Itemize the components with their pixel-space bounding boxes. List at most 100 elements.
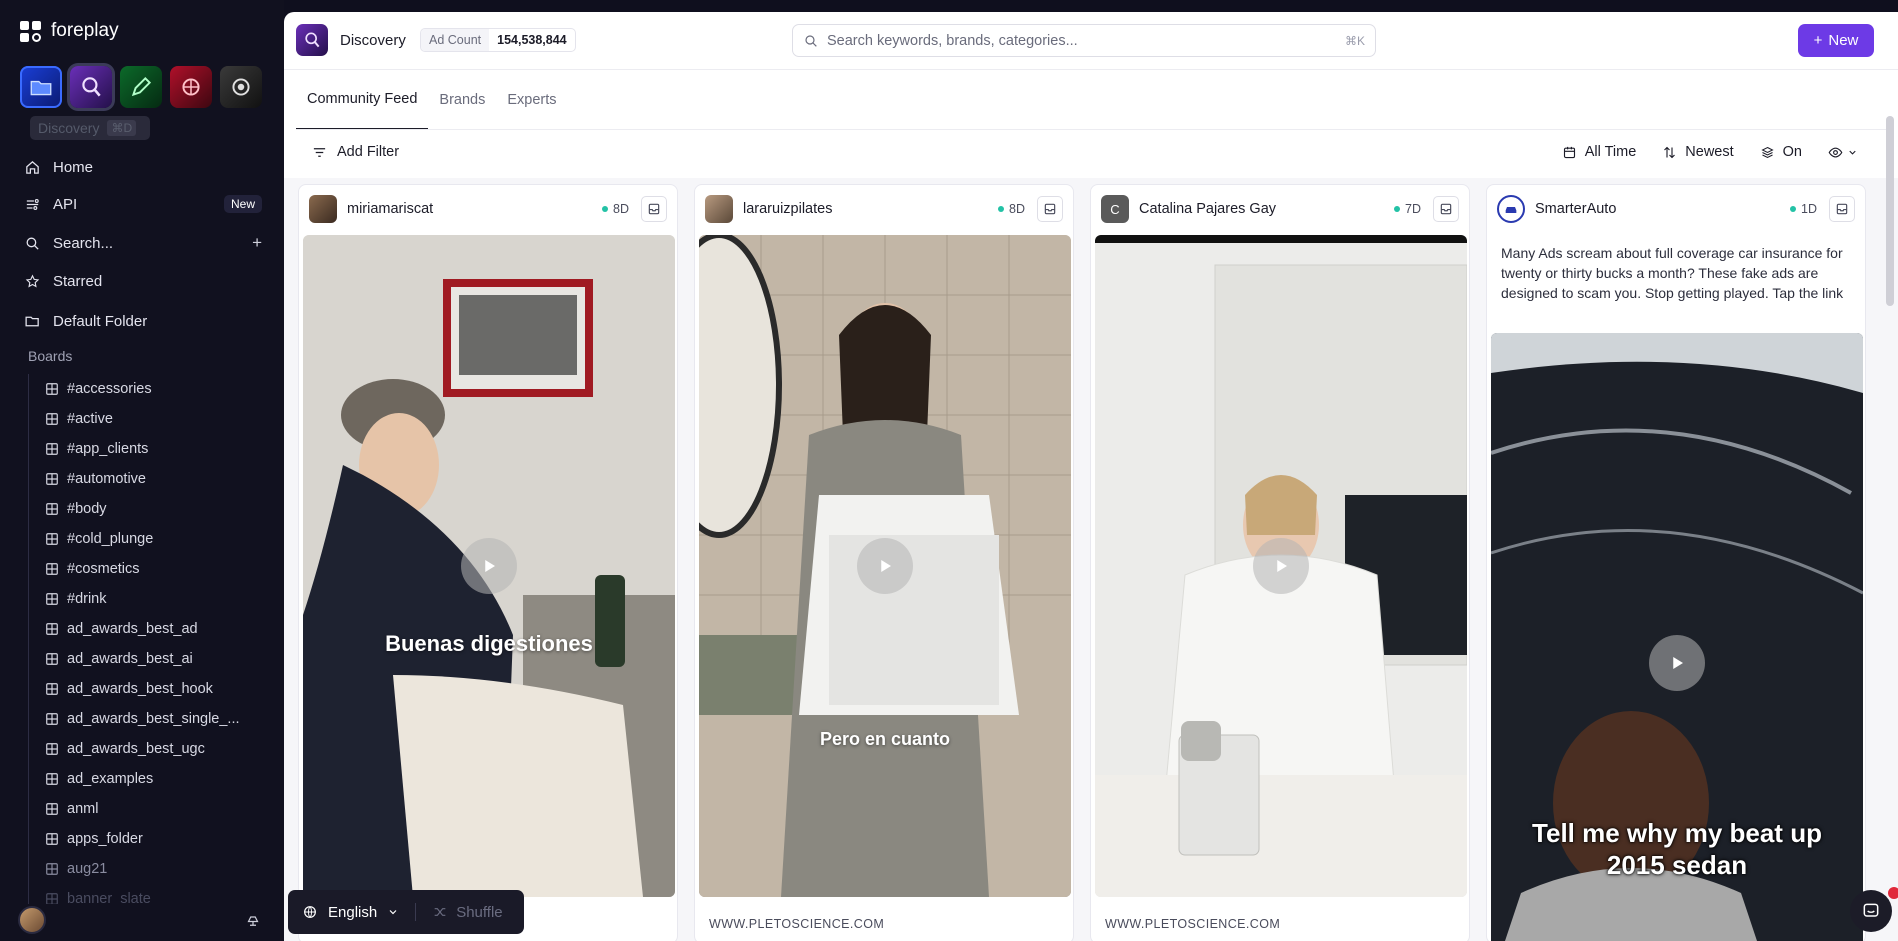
app-tile-spyder[interactable] <box>170 66 212 108</box>
nav-default-folder[interactable]: Default Folder <box>24 313 262 330</box>
filter-bar: Add Filter All Time Newest On <box>284 130 1898 178</box>
ad-copy: Many Ads scream about full coverage car … <box>1501 245 1844 301</box>
board-item[interactable]: ad_examples <box>29 764 268 794</box>
nav-api[interactable]: API New <box>24 195 262 213</box>
brand[interactable]: foreplay <box>20 20 119 42</box>
board-item-label: #body <box>67 501 107 517</box>
language-selector[interactable]: English <box>328 904 377 921</box>
video-caption: Buenas digestiones <box>385 631 593 656</box>
play-button[interactable] <box>857 538 913 594</box>
board-item[interactable]: ad_awards_best_hook <box>29 674 268 704</box>
ad-card[interactable]: C Catalina Pajares Gay 7D WWW.PLETOSCIEN… <box>1090 184 1470 941</box>
board-item[interactable]: ad_awards_best_ugc <box>29 734 268 764</box>
folder-open-icon <box>25 316 39 327</box>
ad-landing-domain[interactable]: WWW.PLETOSCIENCE.COM <box>1105 917 1280 931</box>
app-tile-lens[interactable] <box>220 66 262 108</box>
brand-avatar: C <box>1101 195 1129 223</box>
ad-video[interactable] <box>1095 235 1467 897</box>
add-search-icon[interactable]: + <box>252 233 262 253</box>
board-item[interactable]: #body <box>29 494 268 524</box>
save-ad-button[interactable] <box>641 196 667 222</box>
save-ad-button[interactable] <box>1433 196 1459 222</box>
app-tile-discovery[interactable] <box>70 66 112 108</box>
brand-name[interactable]: lararuizpilates <box>743 201 832 217</box>
board-item[interactable]: aug21 <box>29 854 268 884</box>
save-ad-button[interactable] <box>1037 196 1063 222</box>
add-filter-button[interactable]: Add Filter <box>312 144 399 160</box>
board-item[interactable]: #active <box>29 404 268 434</box>
tab-experts[interactable]: Experts <box>496 70 567 130</box>
board-item[interactable]: apps_folder <box>29 824 268 854</box>
view-dropdown[interactable] <box>1828 145 1858 160</box>
nav-search[interactable]: Search... + <box>24 233 262 253</box>
plus-icon: + <box>1813 32 1823 49</box>
board-item[interactable]: #accessories <box>29 374 268 404</box>
folder-icon <box>30 80 52 96</box>
time-range-dropdown[interactable]: All Time <box>1562 144 1636 160</box>
tab-brands[interactable]: Brands <box>428 70 496 130</box>
board-grid-icon <box>46 473 58 485</box>
ad-landing-domain[interactable]: WWW.PLETOSCIENCE.COM <box>709 917 884 931</box>
support-chat-button[interactable] <box>1850 890 1892 932</box>
ad-age: 8D <box>998 202 1025 216</box>
search-input[interactable] <box>827 32 1337 49</box>
app-tile-library[interactable] <box>20 66 62 108</box>
layers-toggle[interactable]: On <box>1760 144 1802 160</box>
board-item[interactable]: ad_awards_best_ai <box>29 644 268 674</box>
tab-community-feed[interactable]: Community Feed <box>296 70 429 130</box>
ad-video[interactable]: Buenas digestiones <box>303 235 675 897</box>
main-panel: Discovery Ad Count 154,538,844 ⌘K + New … <box>284 12 1898 941</box>
user-avatar[interactable] <box>18 906 46 934</box>
feed-scrollbar[interactable] <box>1886 116 1894 306</box>
board-item[interactable]: #app_clients <box>29 434 268 464</box>
api-icon <box>26 198 39 210</box>
save-ad-button[interactable] <box>1829 196 1855 222</box>
play-button[interactable] <box>1253 538 1309 594</box>
shuffle-button[interactable]: Shuffle <box>432 904 503 921</box>
board-item[interactable]: anml <box>29 794 268 824</box>
board-item[interactable]: #automotive <box>29 464 268 494</box>
add-filter-label: Add Filter <box>337 144 400 160</box>
app-switcher <box>20 66 262 108</box>
magnifier-icon <box>82 77 101 97</box>
nav-home[interactable]: Home <box>24 159 262 176</box>
board-item[interactable]: #cosmetics <box>29 554 268 584</box>
board-item[interactable]: banner_slate <box>29 884 268 904</box>
brand-name[interactable]: SmarterAuto <box>1535 201 1616 217</box>
sort-dropdown[interactable]: Newest <box>1662 144 1734 160</box>
ad-count-badge: Ad Count 154,538,844 <box>420 28 576 52</box>
save-icon <box>1044 203 1056 215</box>
sort-icon <box>1664 146 1676 158</box>
board-grid-icon <box>46 443 58 455</box>
board-item-label: ad_awards_best_ugc <box>67 741 205 757</box>
search-bar[interactable]: ⌘K <box>792 24 1376 57</box>
video-caption: Tell me why my beat up 2015 sedan <box>1532 818 1822 880</box>
board-item[interactable]: ad_awards_best_ad <box>29 614 268 644</box>
play-button[interactable] <box>461 538 517 594</box>
discovery-tooltip: Discovery ⌘D <box>30 116 150 140</box>
ad-card[interactable]: lararuizpilates 8D Pero en cuanto WWW.PL… <box>694 184 1074 941</box>
play-button[interactable] <box>1649 635 1705 691</box>
brand-name[interactable]: miriamariscat <box>347 201 433 217</box>
nav-search-label: Search... <box>53 234 114 252</box>
ad-card[interactable]: SmarterAuto 1D Many Ads scream about ful… <box>1486 184 1866 941</box>
ad-card[interactable]: miriamariscat 8D Buenas digestiones <box>298 184 678 941</box>
board-item[interactable]: #cold_plunge <box>29 524 268 554</box>
board-item[interactable]: ad_awards_best_single_... <box>29 704 268 734</box>
brand-name[interactable]: Catalina Pajares Gay <box>1139 201 1276 217</box>
board-item-label: ad_examples <box>67 771 154 787</box>
language-bar: English Shuffle <box>288 890 524 934</box>
board-item-label: banner_slate <box>67 891 151 904</box>
gem-icon <box>182 78 200 96</box>
apps-grid-icon <box>20 20 41 42</box>
new-button[interactable]: + New <box>1798 24 1874 57</box>
chat-icon <box>1863 903 1879 917</box>
board-item[interactable]: #drink <box>29 584 268 614</box>
ad-video[interactable]: Tell me why my beat up 2015 sedan <box>1491 333 1863 941</box>
ad-video[interactable]: Pero en cuanto <box>699 235 1071 897</box>
layers-toggle-label: On <box>1782 144 1802 160</box>
boards-list: #accessories #active #app_clients #automoti… <box>28 374 268 904</box>
lamp-icon[interactable] <box>244 911 262 929</box>
nav-starred[interactable]: Starred <box>24 273 262 290</box>
app-tile-briefs[interactable] <box>120 66 162 108</box>
